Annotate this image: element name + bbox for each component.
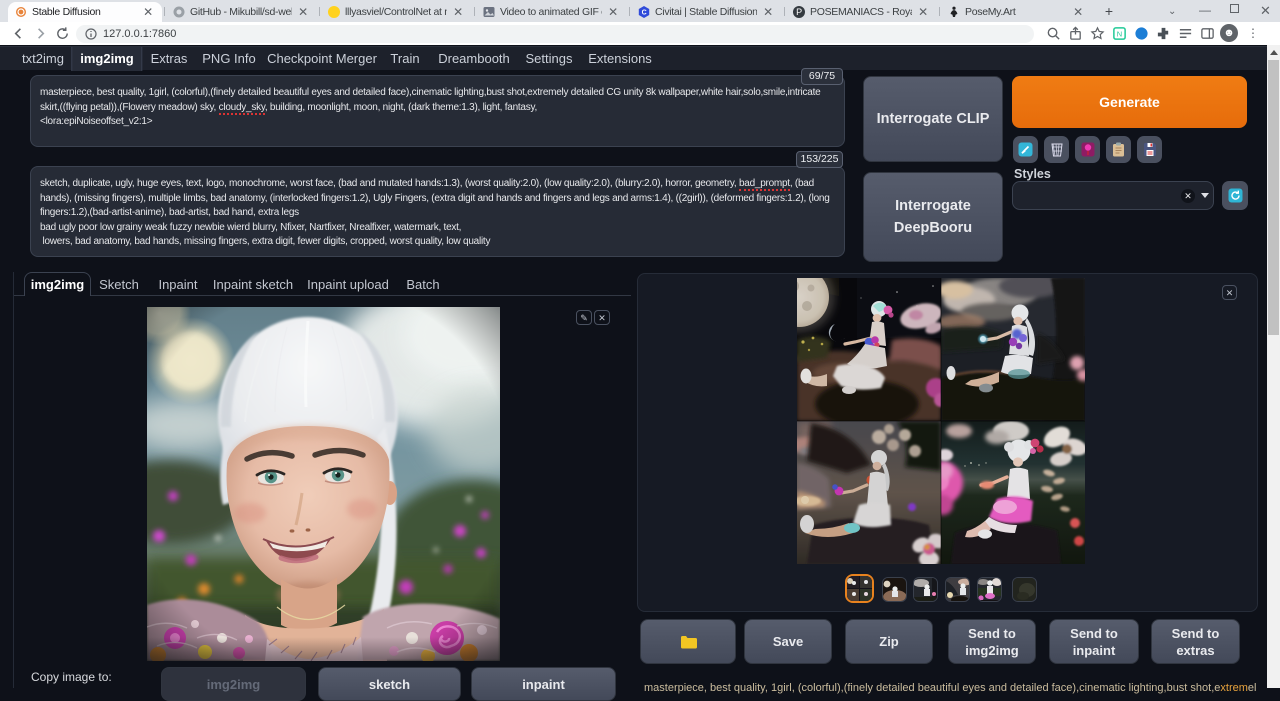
svg-text:N: N — [1117, 29, 1122, 38]
svg-text:C: C — [642, 10, 647, 17]
